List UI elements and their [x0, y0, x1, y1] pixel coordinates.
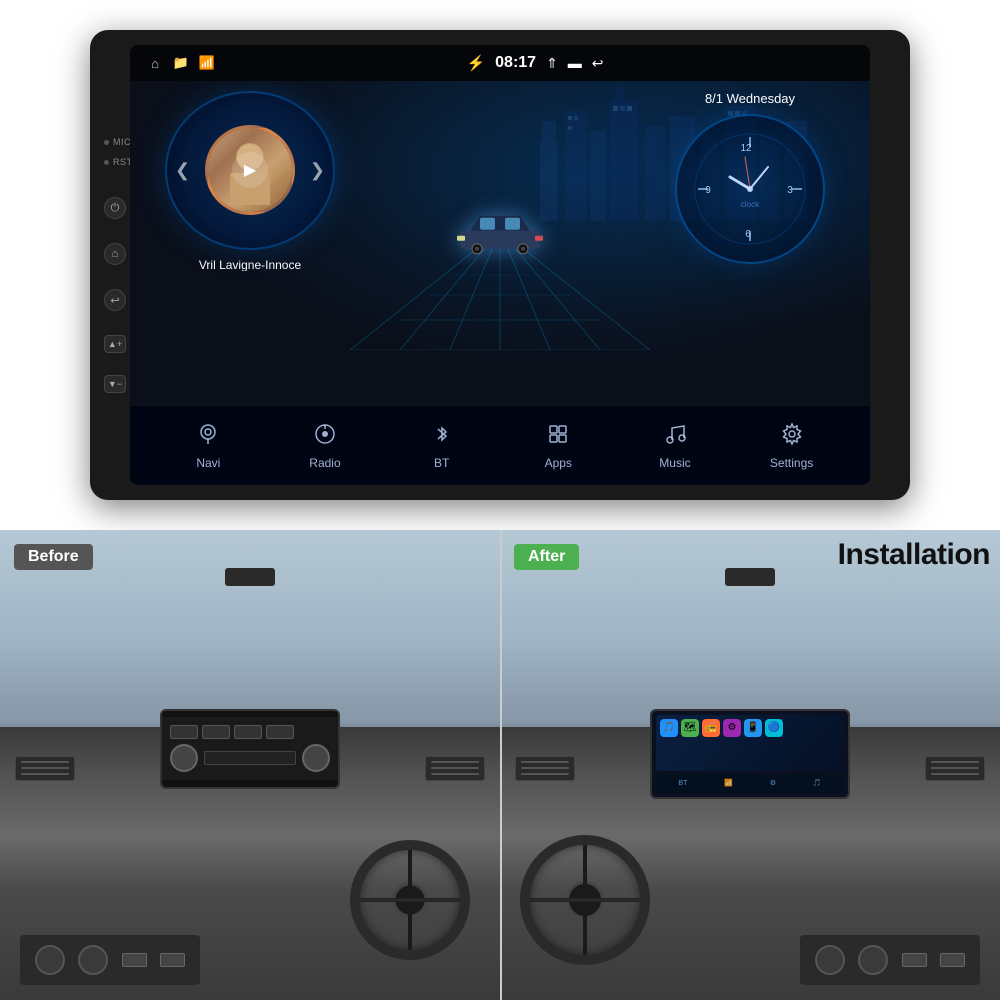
side-buttons: MIC RST ⏻ ⌂ ↩ ▲+ ▼−: [104, 137, 133, 393]
music-label: Music: [659, 456, 690, 470]
prev-track-button[interactable]: ❮: [175, 160, 190, 181]
battery-icon: ▬: [568, 55, 582, 71]
before-head-unit: [160, 709, 340, 789]
main-content: ▶ ❮ ❯ Vril Lavigne-Innoce 8/1 Wednesday: [130, 81, 870, 405]
before-unit-controls: [162, 717, 338, 780]
music-icon: [663, 422, 687, 452]
back-button[interactable]: ↩: [104, 289, 126, 311]
clock-svg: 12 3 6 9: [690, 129, 810, 249]
radio-label: Radio: [309, 456, 340, 470]
date-display: 8/1 Wednesday: [705, 91, 795, 106]
nav-item-apps[interactable]: Apps: [518, 422, 598, 470]
app-icon-radio: 📻: [702, 719, 720, 737]
next-track-button[interactable]: ❯: [310, 160, 325, 181]
before-rearview-mirror: [225, 568, 275, 586]
after-label: After: [514, 544, 579, 570]
bluetooth-icon: ⚡: [466, 54, 485, 72]
before-car-interior: [0, 530, 500, 1000]
signal-icon: ⇑: [546, 55, 558, 72]
app-icon-maps: 🗺: [681, 719, 699, 737]
app-icon-music: 🎵: [660, 719, 678, 737]
navi-icon: [196, 422, 220, 452]
vol-down-button[interactable]: ▼−: [104, 375, 126, 393]
time-display: 08:17: [495, 54, 536, 72]
installation-title: Installation: [838, 538, 990, 572]
status-bar-left: ⌂ 📁 📶: [146, 54, 216, 72]
svg-text:clock: clock: [741, 200, 760, 209]
after-vent-right: [925, 756, 985, 781]
after-panel: Installation 🎵 🗺 📻 ⚙ 📱 🔵: [500, 530, 1000, 1000]
vol-up-button[interactable]: ▲+: [104, 335, 126, 353]
after-head-unit: 🎵 🗺 📻 ⚙ 📱 🔵 BT 📶 ⚙ 🎵: [650, 709, 850, 799]
music-panel: ▶ ❮ ❯ Vril Lavigne-Innoce: [150, 91, 350, 271]
svg-text:6: 6: [745, 229, 751, 240]
app-icon-settings: ⚙: [723, 719, 741, 737]
apps-label: Apps: [545, 456, 572, 470]
svg-text:3: 3: [787, 185, 793, 196]
status-bar: ⌂ 📁 📶 ⚡ 08:17 ⇑ ▬ ↩: [130, 45, 870, 81]
sim-icon: 📶: [198, 54, 216, 72]
after-rearview-mirror: [725, 568, 775, 586]
head-unit: MIC RST ⏻ ⌂ ↩ ▲+ ▼− ⌂ 📁 📶: [90, 30, 910, 500]
bt-icon: [430, 422, 454, 452]
settings-icon: [780, 422, 804, 452]
home-icon: ⌂: [146, 54, 164, 72]
nav-item-bt[interactable]: BT: [402, 422, 482, 470]
before-panel: Before: [0, 530, 500, 1000]
folder-icon: 📁: [172, 54, 190, 72]
bottom-section: Before Installation 🎵 🗺 📻 ⚙ 📱: [0, 530, 1000, 1000]
radio-icon: [313, 422, 337, 452]
nav-item-settings[interactable]: Settings: [752, 422, 832, 470]
analog-clock: 12 3 6 9: [675, 114, 825, 264]
music-circle: ▶ ❮ ❯: [165, 91, 335, 250]
app-icon-bt: 🔵: [765, 719, 783, 737]
bt-label: BT: [434, 456, 449, 470]
android-screen: 🎵 🗺 📻 ⚙ 📱 🔵: [656, 715, 844, 771]
nav-item-music[interactable]: Music: [635, 422, 715, 470]
before-dash-controls: [20, 935, 200, 985]
after-car-interior: 🎵 🗺 📻 ⚙ 📱 🔵 BT 📶 ⚙ 🎵: [500, 530, 1000, 1000]
settings-label: Settings: [770, 456, 813, 470]
svg-text:12: 12: [740, 143, 752, 154]
nav-bar: Navi Radio: [130, 405, 870, 485]
after-unit-screen: 🎵 🗺 📻 ⚙ 📱 🔵 BT 📶 ⚙ 🎵: [652, 711, 848, 797]
nav-item-radio[interactable]: Radio: [285, 422, 365, 470]
status-bar-center: ⚡ 08:17 ⇑ ▬ ↩: [466, 54, 603, 72]
apps-icon: [546, 422, 570, 452]
mic-label: MIC: [104, 137, 131, 147]
home-button[interactable]: ⌂: [104, 243, 126, 265]
car-icon: [455, 206, 545, 268]
power-button[interactable]: ⏻: [104, 197, 126, 219]
navi-label: Navi: [196, 456, 220, 470]
after-dash-controls: [800, 935, 980, 985]
before-steering-wheel: [350, 840, 470, 960]
svg-text:9: 9: [705, 185, 711, 196]
after-steering-wheel: [520, 835, 650, 965]
before-vent-right: [425, 756, 485, 781]
back-icon: ↩: [592, 55, 604, 72]
car-screen: ⌂ 📁 📶 ⚡ 08:17 ⇑ ▬ ↩: [130, 45, 870, 485]
rst-label: RST: [104, 157, 133, 167]
before-label: Before: [14, 544, 93, 570]
nav-item-navi[interactable]: Navi: [168, 422, 248, 470]
clock-panel: 8/1 Wednesday 12 3: [650, 91, 850, 291]
panel-divider: [500, 530, 502, 1000]
before-vent-left: [15, 756, 75, 781]
after-vent-left: [515, 756, 575, 781]
top-section: MIC RST ⏻ ⌂ ↩ ▲+ ▼− ⌂ 📁 📶: [0, 0, 1000, 530]
app-icon-phone: 📱: [744, 719, 762, 737]
after-unit-statusbar: BT 📶 ⚙ 🎵: [656, 774, 844, 793]
song-title: Vril Lavigne-Innoce: [199, 258, 301, 271]
